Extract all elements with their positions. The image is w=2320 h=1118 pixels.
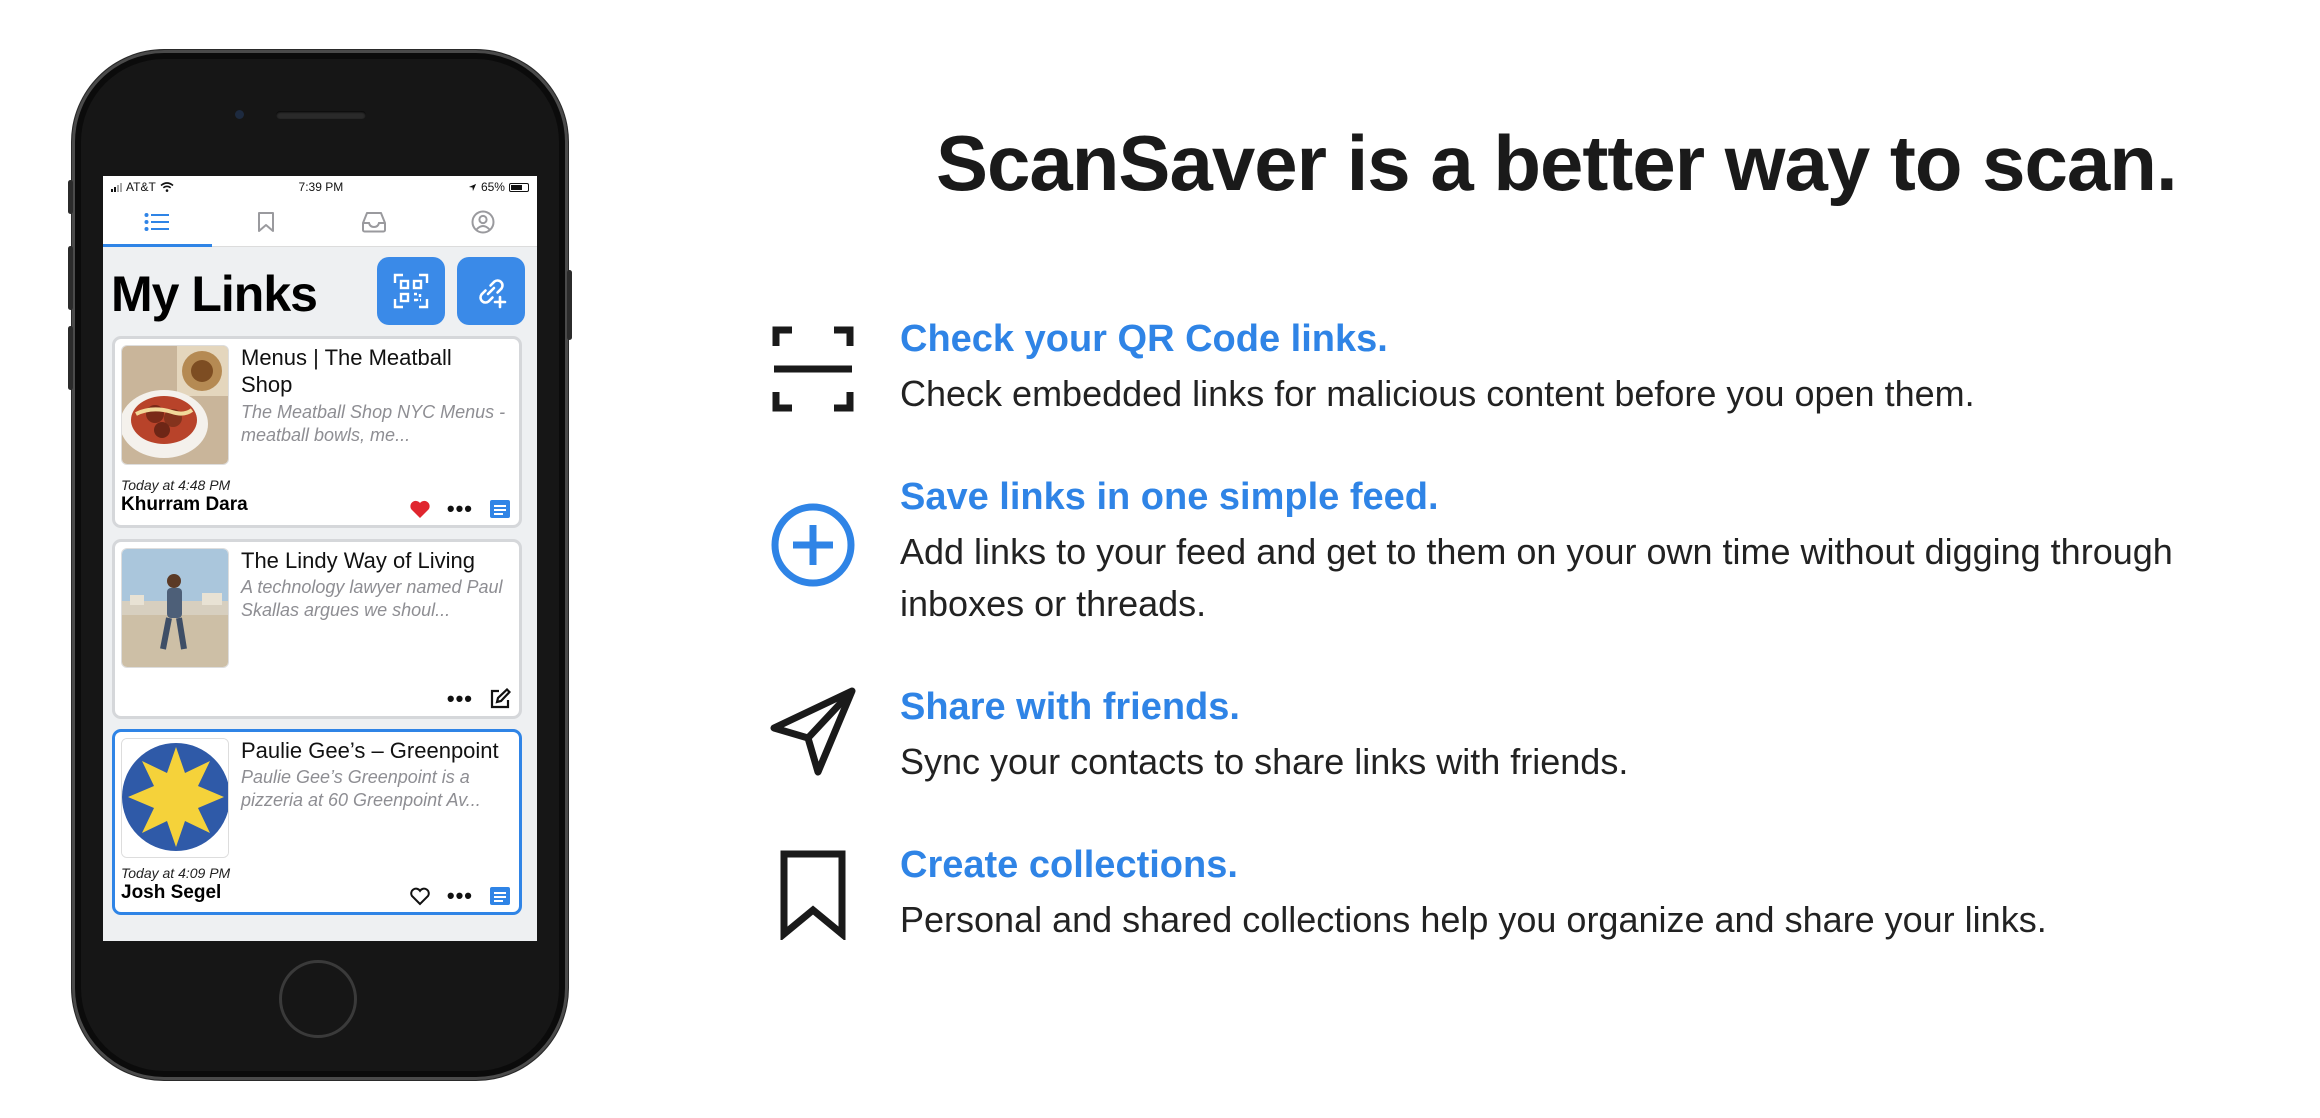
headline: ScanSaver is a better way to scan.: [936, 119, 2178, 207]
battery-percent: 65%: [480, 180, 505, 194]
feature-title: Save links in one simple feed.: [900, 476, 1439, 518]
add-link-icon: [479, 279, 507, 309]
link-timestamp: Today at 4:09 PM: [121, 865, 231, 881]
link-card[interactable]: Menus | The Meatball Shop The Meatball S…: [112, 336, 522, 528]
feed-icon[interactable]: [489, 886, 511, 906]
qr-scan-icon: [393, 273, 429, 309]
volume-down-button: [68, 326, 73, 390]
page: AT&T 7:39 PM 65% My Links Menus | The Me…: [0, 0, 2320, 1118]
link-timestamp: Today at 4:48 PM: [121, 477, 231, 493]
link-author: Josh Segel: [121, 882, 222, 903]
link-card[interactable]: The Lindy Way of Living A technology law…: [112, 539, 522, 719]
link-card[interactable]: Paulie Gee’s – Greenpoint Paulie Gee’s G…: [112, 729, 522, 915]
wifi-icon: [160, 182, 174, 192]
bookmark-icon: [257, 212, 274, 232]
more-icon[interactable]: •••: [447, 688, 473, 710]
inbox-icon: [362, 212, 387, 233]
link-title: Menus | The Meatball Shop: [241, 345, 452, 397]
phone-mockup: AT&T 7:39 PM 65% My Links Menus | The Me…: [68, 50, 572, 1080]
heart-icon[interactable]: [409, 499, 431, 519]
home-button[interactable]: [279, 960, 357, 1038]
link-title: Paulie Gee’s – Greenpoint: [241, 738, 499, 763]
feature-description: Sync your contacts to share links with f…: [900, 741, 1629, 782]
feature-description: Check embedded links for malicious conte…: [900, 373, 1975, 414]
plus-circle-icon: [771, 503, 855, 587]
page-title: My Links: [111, 266, 318, 322]
scan-qr-button[interactable]: [377, 257, 445, 325]
heart-outline-icon[interactable]: [409, 886, 431, 906]
feed-icon[interactable]: [489, 499, 511, 519]
feature-description: Personal and shared collections help you…: [900, 899, 2047, 940]
profile-icon: [471, 210, 495, 234]
send-icon: [770, 687, 856, 776]
feature-title: Create collections.: [900, 844, 1238, 886]
volume-up-button: [68, 246, 73, 310]
edit-icon[interactable]: [489, 688, 511, 710]
link-thumbnail: [121, 738, 229, 858]
signal-icon: [111, 182, 122, 192]
bookmark-icon: [780, 850, 846, 940]
more-icon[interactable]: •••: [447, 885, 473, 907]
feature-title: Share with friends.: [900, 686, 1240, 728]
link-thumbnail: [121, 345, 229, 465]
battery-icon: [508, 182, 529, 192]
link-thumbnail: [121, 548, 229, 668]
more-icon[interactable]: •••: [447, 498, 473, 520]
feature-title: Check your QR Code links.: [900, 318, 1388, 360]
tab-collections[interactable]: [212, 198, 321, 246]
link-description: A technology lawyer named Paul Skallas a…: [241, 577, 503, 620]
power-button: [567, 270, 572, 340]
status-bar: AT&T 7:39 PM 65%: [103, 176, 537, 198]
location-icon: [468, 183, 477, 191]
phone-screen: AT&T 7:39 PM 65% My Links Menus | The Me…: [103, 176, 537, 941]
tab-links[interactable]: [103, 198, 212, 247]
list-icon: [144, 213, 170, 231]
link-description: Paulie Gee’s Greenpoint is a pizzeria at…: [241, 767, 481, 810]
earpiece-speaker: [276, 111, 366, 119]
link-description: The Meatball Shop NYC Menus - meatball b…: [241, 402, 506, 445]
feature-description: Add links to your feed and get to them o…: [900, 531, 2173, 624]
tab-profile[interactable]: [429, 198, 538, 246]
links-header: My Links: [103, 247, 537, 335]
clock-label: 7:39 PM: [298, 180, 344, 194]
link-author: Khurram Dara: [121, 494, 248, 515]
add-link-button[interactable]: [457, 257, 525, 325]
mute-switch: [68, 180, 73, 214]
link-title: The Lindy Way of Living: [241, 548, 475, 573]
tab-inbox[interactable]: [320, 198, 429, 246]
carrier-label: AT&T: [126, 180, 156, 194]
top-tab-bar: [103, 198, 537, 247]
front-camera: [235, 110, 244, 119]
qr-scan-frame-icon: [772, 326, 854, 412]
